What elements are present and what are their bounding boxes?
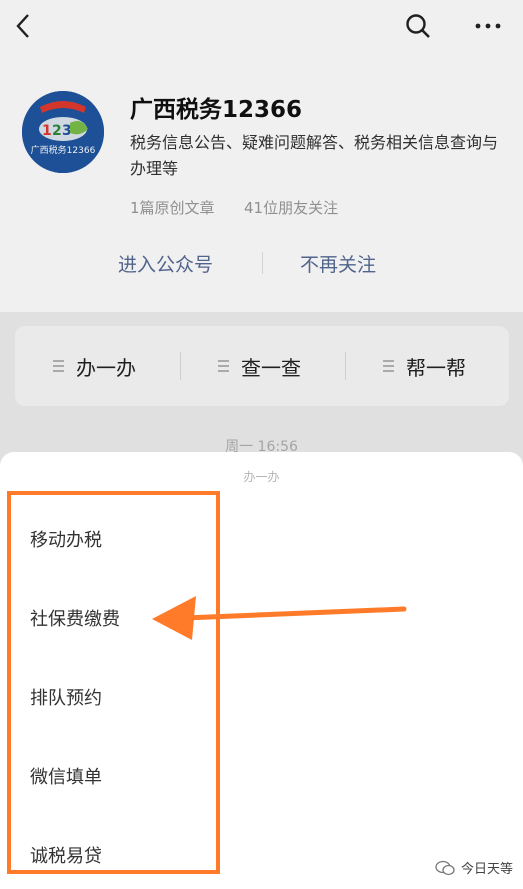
watermark-text: 今日天等 <box>460 862 513 877</box>
watermark: 今日天等 <box>435 858 513 877</box>
annotation-arrow-icon <box>152 596 407 640</box>
wechat-icon <box>435 860 455 875</box>
